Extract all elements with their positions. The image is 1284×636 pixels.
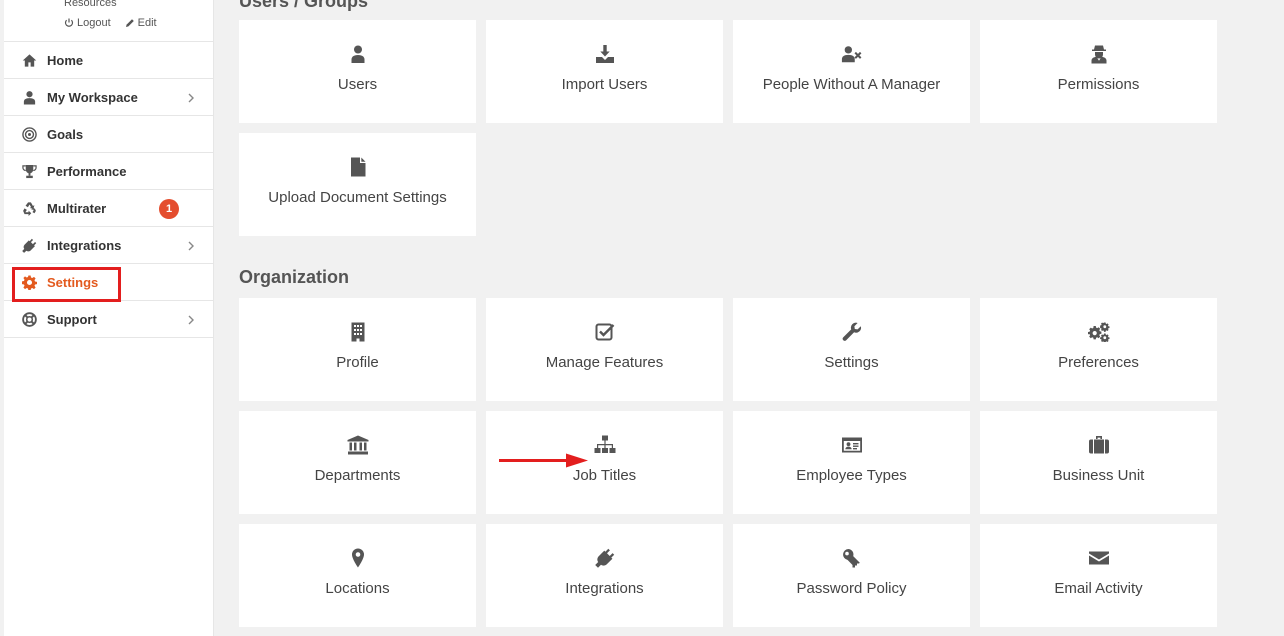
- file-icon: [347, 156, 369, 178]
- trophy-icon: [21, 163, 37, 179]
- tile-label: Import Users: [561, 76, 648, 93]
- download-icon: [594, 43, 616, 65]
- sidebar-item-label: Home: [47, 52, 84, 68]
- tile-label: Password Policy: [796, 580, 907, 597]
- tile-label: Manage Features: [545, 354, 664, 371]
- power-icon: [64, 18, 74, 27]
- sidebar-item-support[interactable]: Support: [4, 301, 213, 338]
- sidebar-item-label: Integrations: [47, 237, 122, 253]
- notification-badge: 1: [159, 199, 179, 219]
- gear-icon: [21, 274, 37, 290]
- sidebar-item-my-workspace[interactable]: My Workspace: [4, 79, 213, 116]
- map-marker-icon: [347, 547, 369, 569]
- tile-people-without-manager[interactable]: People Without A Manager: [733, 20, 970, 123]
- user-times-icon: [841, 43, 863, 65]
- tile-preferences[interactable]: Preferences: [980, 298, 1217, 401]
- tile-label: Locations: [325, 580, 390, 597]
- chevron-right-icon: [187, 239, 195, 251]
- wrench-icon: [841, 321, 863, 343]
- sidebar-item-label: Performance: [47, 163, 127, 179]
- key-icon: [841, 547, 863, 569]
- sidebar-item-multirater[interactable]: Multirater 1: [4, 190, 213, 227]
- edit-link[interactable]: Edit: [125, 17, 157, 29]
- tile-settings[interactable]: Settings: [733, 298, 970, 401]
- recycle-icon: [21, 200, 37, 216]
- envelope-icon: [1088, 547, 1110, 569]
- building-icon: [347, 321, 369, 343]
- sidebar-item-settings[interactable]: Settings: [4, 264, 213, 301]
- pencil-icon: [125, 19, 134, 27]
- tile-label: Departments: [314, 467, 401, 484]
- tile-locations[interactable]: Locations: [239, 524, 476, 627]
- bank-icon: [347, 434, 369, 456]
- chevron-right-icon: [187, 313, 195, 325]
- profile-block: Resources Logout Edit: [4, 0, 213, 42]
- plug-icon: [21, 237, 37, 253]
- section-title-organization: Organization: [239, 267, 350, 287]
- tile-label: Business Unit: [1052, 467, 1145, 484]
- tile-label: Settings: [824, 354, 879, 371]
- sidebar-item-goals[interactable]: Goals: [4, 116, 213, 153]
- profile-links: Logout Edit: [64, 17, 157, 29]
- sidebar-item-performance[interactable]: Performance: [4, 153, 213, 190]
- tile-permissions[interactable]: Permissions: [980, 20, 1217, 123]
- tile-integrations[interactable]: Integrations: [486, 524, 723, 627]
- tile-label: Upload Document Settings: [268, 189, 447, 206]
- sitemap-icon: [594, 434, 616, 456]
- sidebar-item-label: My Workspace: [47, 89, 138, 105]
- sidebar: Resources Logout Edit Home My Workspace …: [4, 0, 214, 636]
- section-title-users-groups: Users / Groups: [239, 0, 369, 11]
- profile-name: Resources: [64, 0, 117, 9]
- tile-label: People Without A Manager: [762, 76, 941, 93]
- sidebar-item-label: Support: [47, 311, 97, 327]
- tile-password-policy[interactable]: Password Policy: [733, 524, 970, 627]
- tile-manage-features[interactable]: Manage Features: [486, 298, 723, 401]
- tile-label: Users: [337, 76, 378, 93]
- home-icon: [21, 52, 37, 68]
- main-content: Users / Groups Users Import Users People…: [239, 0, 1284, 636]
- target-icon: [21, 126, 37, 142]
- tile-profile[interactable]: Profile: [239, 298, 476, 401]
- edit-label: Edit: [137, 17, 157, 29]
- logout-label: Logout: [77, 17, 111, 29]
- chevron-right-icon: [187, 91, 195, 103]
- cogs-icon: [1087, 321, 1110, 343]
- tile-label: Job Titles: [572, 467, 637, 484]
- sidebar-item-integrations[interactable]: Integrations: [4, 227, 213, 264]
- logout-link[interactable]: Logout: [64, 17, 111, 29]
- sidebar-item-label: Multirater: [47, 200, 107, 216]
- sidebar-item-home[interactable]: Home: [4, 42, 213, 79]
- tile-label: Permissions: [1057, 76, 1140, 93]
- tile-departments[interactable]: Departments: [239, 411, 476, 514]
- id-card-icon: [841, 434, 863, 456]
- tile-employee-types[interactable]: Employee Types: [733, 411, 970, 514]
- tile-users[interactable]: Users: [239, 20, 476, 123]
- tile-label: Integrations: [565, 580, 644, 597]
- tile-label: Email Activity: [1054, 580, 1143, 597]
- check-square-icon: [594, 321, 616, 343]
- tile-email-activity[interactable]: Email Activity: [980, 524, 1217, 627]
- sidebar-item-label: Goals: [47, 126, 84, 142]
- tile-label: Profile: [336, 354, 379, 371]
- tile-label: Preferences: [1058, 354, 1139, 371]
- briefcase-icon: [1088, 434, 1110, 456]
- user-secret-icon: [1088, 43, 1110, 65]
- user-icon: [347, 43, 369, 65]
- sidebar-item-label: Settings: [47, 274, 99, 290]
- tile-upload-document-settings[interactable]: Upload Document Settings: [239, 133, 476, 236]
- tile-job-titles[interactable]: Job Titles: [486, 411, 723, 514]
- tile-business-unit[interactable]: Business Unit: [980, 411, 1217, 514]
- tile-import-users[interactable]: Import Users: [486, 20, 723, 123]
- user-icon: [21, 89, 37, 105]
- lifebuoy-icon: [21, 311, 37, 327]
- plug-icon: [594, 547, 616, 569]
- tile-label: Employee Types: [796, 467, 907, 484]
